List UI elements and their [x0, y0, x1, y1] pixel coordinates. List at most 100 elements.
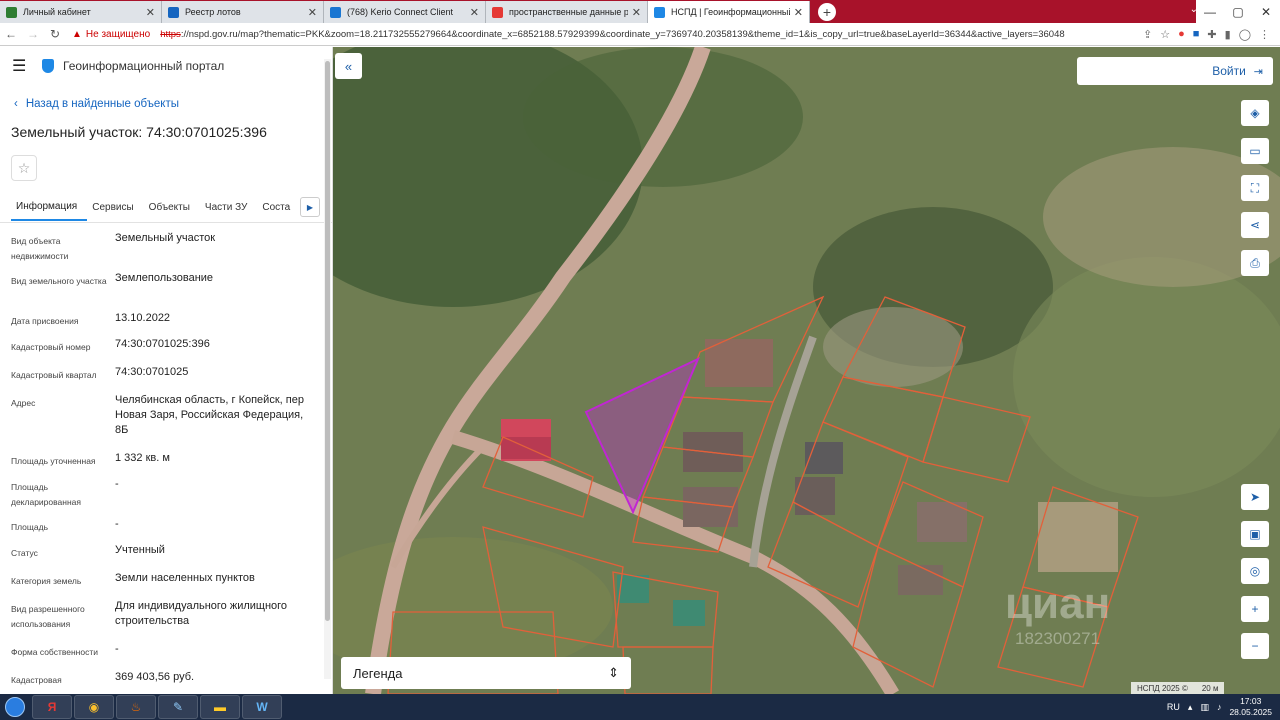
share-nodes-icon: ⋖ [1249, 218, 1261, 232]
object-info-panel: ☰ Геоинформационный портал ‹ Назад в найд… [0, 47, 333, 694]
browser-tab-3[interactable]: (768) Kerio Connect Client ✕ [324, 1, 486, 23]
sidebar-icon[interactable]: ▮ [1225, 28, 1231, 41]
attribute-list: Вид объекта недвижимости Земельный участо… [0, 223, 332, 690]
system-tray: RU ▴ ▥ ♪ 17:03 28.05.2025 [1167, 696, 1280, 718]
forward-arrow-icon[interactable]: → [22, 27, 44, 41]
close-tab-icon[interactable]: ✕ [470, 6, 479, 19]
info-tabs: Информация Сервисы Объекты Части ЗУ Сост… [0, 193, 332, 223]
locate-me-button[interactable]: ➤ [1241, 484, 1269, 510]
minimize-icon[interactable]: — [1196, 5, 1224, 19]
close-tab-icon[interactable]: ✕ [308, 6, 317, 19]
profile-avatar-icon[interactable]: ◯ [1239, 28, 1251, 41]
find-location-button[interactable]: ◎ [1241, 558, 1269, 584]
taskbar-java[interactable]: ♨ [116, 695, 156, 719]
tabs-scroll-right-button[interactable]: ▶ [300, 197, 320, 217]
favorite-star-button[interactable]: ☆ [11, 155, 37, 181]
hamburger-menu-icon[interactable]: ☰ [12, 56, 32, 76]
close-tab-icon[interactable]: ✕ [794, 6, 803, 19]
printer-icon: ⎙ [1250, 255, 1260, 270]
insecure-warning[interactable]: ▲ Не защищено [72, 29, 150, 40]
map-viewport[interactable]: « Войти ⇥ ◈ ▭ ⛶ ⋖ ⎙ ➤ ▣ ◎ + − циан 182300… [333, 47, 1280, 694]
word-icon: W [256, 700, 268, 714]
caret-right-icon: ▶ [306, 202, 314, 212]
select-area-button[interactable]: ⛶ [1241, 175, 1269, 201]
close-tab-icon[interactable]: ✕ [632, 6, 641, 19]
language-indicator[interactable]: RU [1167, 702, 1180, 712]
scrollbar-thumb[interactable] [325, 61, 330, 621]
attribute-row: Категория земель Земли населенных пунктов [11, 572, 255, 586]
attribute-row: Кадастровый квартал 74:30:0701025 [11, 366, 189, 380]
watermark-text: циан [1005, 579, 1111, 628]
start-button[interactable] [0, 694, 30, 720]
taskbar-chrome[interactable]: ◉ [74, 695, 114, 719]
maximize-icon[interactable]: ▢ [1224, 5, 1252, 19]
construction-site [1038, 502, 1118, 572]
navigation-arrow-icon: ➤ [1249, 490, 1261, 504]
login-button[interactable]: Войти ⇥ [1077, 57, 1273, 85]
layers-icon: ◈ [1250, 106, 1260, 120]
site-favicon-icon [654, 6, 665, 18]
measure-button[interactable]: ▭ [1241, 138, 1269, 164]
tab-parts[interactable]: Части ЗУ [200, 193, 257, 221]
browser-tab-1[interactable]: Личный кабинет ✕ [0, 1, 162, 23]
attribute-row: Площадь - [11, 518, 119, 532]
zoom-in-button[interactable]: + [1241, 596, 1269, 622]
close-window-icon[interactable]: ✕ [1252, 5, 1280, 19]
attribute-row: Форма собственности - [11, 643, 119, 657]
share-icon[interactable]: ⇪ [1143, 28, 1152, 41]
network-icon[interactable]: ▥ [1200, 702, 1209, 713]
legend-dropdown[interactable]: Легенда ⇕ [341, 657, 631, 689]
collapse-panel-button[interactable]: « [335, 53, 362, 79]
portal-header: ☰ Геоинформационный портал [0, 47, 332, 85]
address-bar: ← → ↻ ▲ Не защищено https://nspd.gov.ru/m… [0, 23, 1280, 46]
java-icon: ♨ [130, 700, 142, 714]
meadow-patch [1013, 257, 1280, 497]
shield-extension-icon[interactable]: ■ [1193, 28, 1200, 41]
back-arrow-icon[interactable]: ← [0, 27, 22, 41]
tab-objects[interactable]: Объекты [144, 193, 200, 221]
attribute-row: Вид объекта недвижимости Земельный участо… [11, 232, 216, 261]
extensions-puzzle-icon[interactable]: ✚ [1207, 28, 1216, 41]
taskbar-app[interactable]: ✎ [158, 695, 198, 719]
tab-services[interactable]: Сервисы [87, 193, 143, 221]
browser-tab-5-active[interactable]: НСПД | Геоинформационный п ✕ [648, 1, 810, 23]
share-map-button[interactable]: ⋖ [1241, 212, 1269, 238]
system-clock[interactable]: 17:03 28.05.2025 [1229, 696, 1272, 718]
tray-arrow-icon[interactable]: ▴ [1188, 702, 1193, 713]
browser-tab-4[interactable]: пространственные данные рос ✕ [486, 1, 648, 23]
print-button[interactable]: ⎙ [1241, 250, 1269, 276]
zoom-out-button[interactable]: − [1241, 633, 1269, 659]
satellite-imagery [333, 47, 1280, 694]
panel-scrollbar[interactable] [324, 59, 331, 679]
layers-button[interactable]: ◈ [1241, 100, 1269, 126]
tab-composition[interactable]: Соста [257, 193, 300, 221]
taskbar-word[interactable]: W [242, 695, 282, 719]
star-icon: ☆ [17, 159, 31, 176]
attribute-row: Кадастровая 369 403,56 руб. [11, 671, 195, 685]
warning-triangle-icon: ▲ [72, 28, 82, 40]
minus-icon: − [1251, 639, 1259, 653]
bookmark-star-icon[interactable]: ☆ [1160, 28, 1170, 41]
volume-icon[interactable]: ♪ [1217, 702, 1222, 712]
map-attribution: НСПД 2025 © 20 м [1131, 682, 1225, 694]
yandex-extension-icon[interactable]: ● [1178, 28, 1185, 41]
close-tab-icon[interactable]: ✕ [146, 6, 155, 19]
attribute-row: Кадастровый номер 74:30:0701025:396 [11, 338, 210, 352]
taskbar-explorer[interactable]: ▬ [200, 695, 240, 719]
url-field[interactable]: https://nspd.gov.ru/map?thematic=PKK&zoo… [160, 29, 1080, 40]
windows-orb-icon [5, 697, 25, 717]
chrome-icon: ◉ [88, 700, 100, 714]
windows-taskbar: Я ◉ ♨ ✎ ▬ W RU ▴ ▥ ♪ 17:03 28.05.2025 [0, 694, 1280, 720]
yandex-browser-icon: Я [47, 700, 57, 714]
menu-dots-icon[interactable]: ⋮ [1259, 28, 1270, 41]
reload-icon[interactable]: ↻ [44, 27, 66, 41]
green-roof [673, 600, 705, 626]
browser-tab-2[interactable]: Реестр лотов ✕ [162, 1, 324, 23]
back-to-results-link[interactable]: ‹ Назад в найденные объекты [0, 85, 332, 119]
tab-information[interactable]: Информация [11, 193, 88, 221]
watermark-id: 182300271 [1015, 629, 1101, 648]
new-tab-button[interactable]: + [818, 3, 836, 21]
minimap-button[interactable]: ▣ [1241, 521, 1269, 547]
folder-icon: ▬ [214, 700, 226, 714]
taskbar-yandex[interactable]: Я [32, 695, 72, 719]
